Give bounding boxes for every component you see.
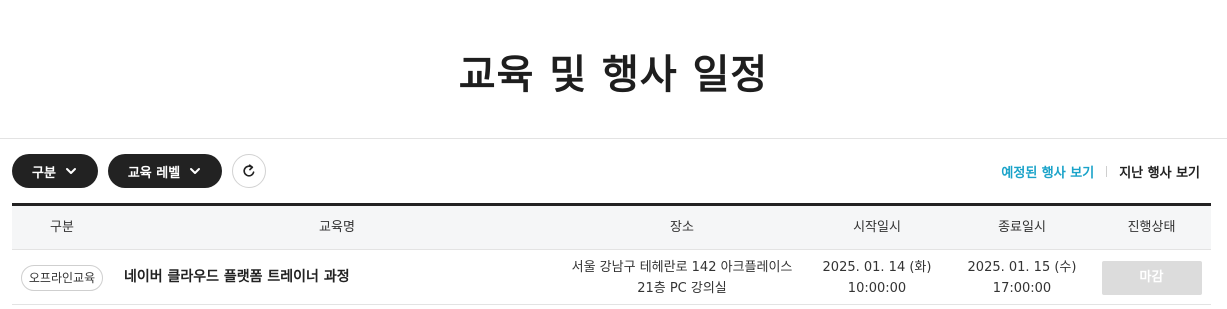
- header-place: 장소: [670, 220, 694, 235]
- link-separator: [1106, 166, 1108, 177]
- table-header: 구분 교육명 장소 시작일시 종료일시 진행상태: [12, 206, 1211, 250]
- category-filter-label: 구분: [32, 165, 56, 181]
- course-name-link[interactable]: 네이버 클라우드 플랫폼 트레이너 과정: [124, 250, 350, 305]
- category-badge: 오프라인교육: [20, 264, 104, 291]
- status-badge: 마감: [1101, 260, 1202, 295]
- header-course-name: 교육명: [319, 220, 355, 235]
- category-filter-dropdown[interactable]: 구분: [12, 154, 98, 188]
- header-start: 시작일시: [853, 220, 901, 235]
- place-line2: 21층 PC 강의실: [637, 280, 727, 296]
- start-cell: 2025. 01. 14 (화) 10:00:00: [802, 250, 952, 305]
- start-time: 10:00:00: [847, 280, 907, 296]
- reset-filters-button[interactable]: [232, 154, 266, 188]
- level-filter-label: 교육 레벨: [127, 165, 181, 181]
- table-row[interactable]: 오프라인교육 네이버 클라우드 플랫폼 트레이너 과정 서울 강남구 테헤란로 …: [12, 250, 1211, 305]
- category-cell: 오프라인교육: [12, 250, 112, 305]
- end-date: 2025. 01. 15 (수): [967, 259, 1077, 275]
- level-filter-dropdown[interactable]: 교육 레벨: [108, 154, 222, 188]
- page-title: 교육 및 행사 일정: [458, 52, 769, 98]
- header-end: 종료일시: [998, 220, 1046, 235]
- status-cell: 마감: [1092, 250, 1211, 305]
- view-toggle: 예정된 행사 보기 지난 행사 보기: [1001, 162, 1200, 181]
- place-line1: 서울 강남구 테헤란로 142 아크플레이스: [571, 259, 793, 275]
- chevron-down-icon: [65, 168, 76, 174]
- end-time: 17:00:00: [992, 280, 1052, 296]
- header-status: 진행상태: [1127, 220, 1176, 235]
- chevron-down-icon: [190, 168, 201, 174]
- divider: [0, 138, 1227, 139]
- past-events-link[interactable]: 지난 행사 보기: [1119, 162, 1200, 181]
- header-category: 구분: [50, 220, 74, 235]
- end-cell: 2025. 01. 15 (수) 17:00:00: [952, 250, 1092, 305]
- upcoming-events-link[interactable]: 예정된 행사 보기: [1001, 162, 1094, 181]
- start-date: 2025. 01. 14 (화): [822, 259, 932, 275]
- refresh-icon: [243, 164, 255, 177]
- place-cell: 서울 강남구 테헤란로 142 아크플레이스 21층 PC 강의실: [562, 250, 802, 305]
